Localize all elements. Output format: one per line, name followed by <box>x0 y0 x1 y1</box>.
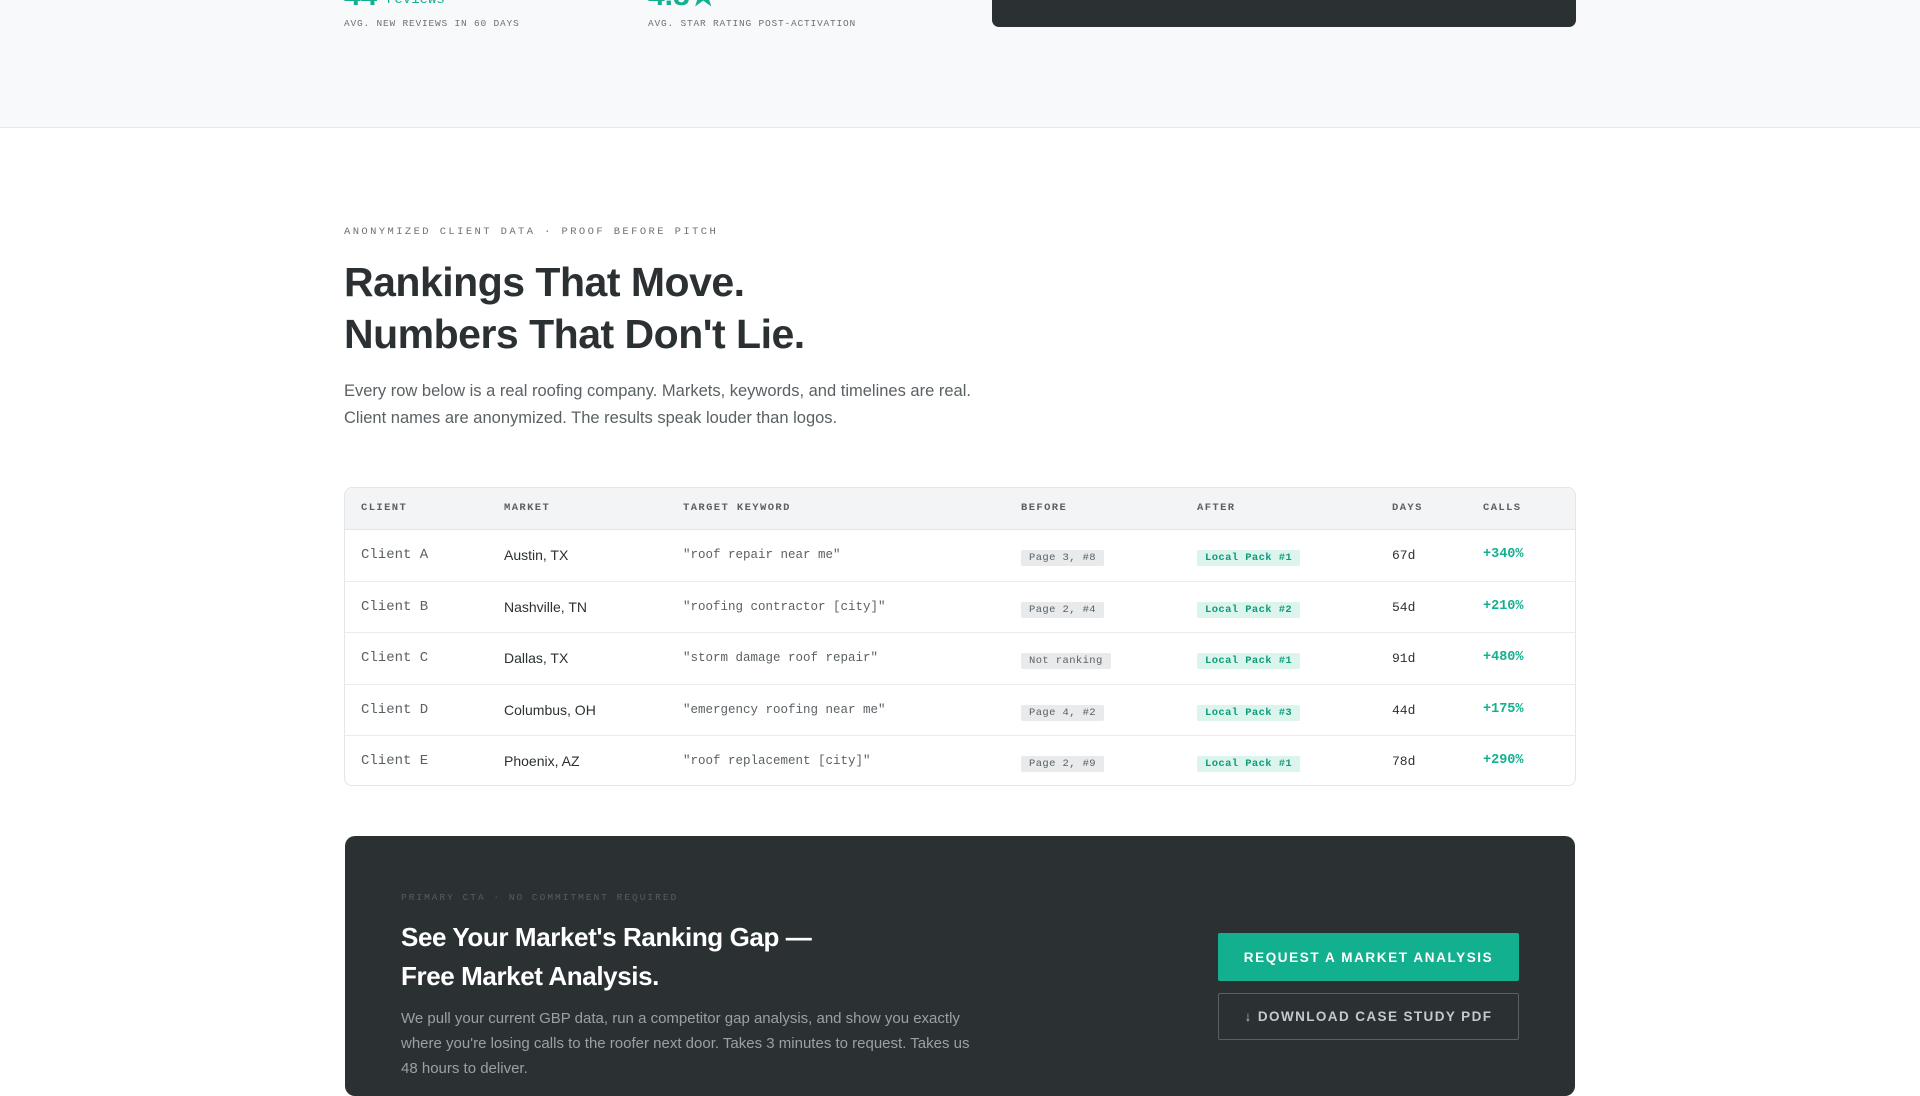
cell-before: Page 3, #8 <box>1021 547 1105 566</box>
cell-market: Phoenix, AZ <box>504 753 580 769</box>
cell-market: Austin, TX <box>504 547 569 563</box>
table-row: Client A Austin, TX "roof repair near me… <box>345 530 1575 582</box>
column-header-calls: CALLS <box>1483 502 1522 514</box>
cell-client: Client E <box>361 753 429 769</box>
cell-client: Client A <box>361 547 429 563</box>
cell-client: Client C <box>361 650 429 666</box>
cell-days: 44d <box>1392 702 1416 718</box>
cta-title: See Your Market's Ranking Gap — Free Mar… <box>401 918 812 996</box>
cell-keyword: "roof repair near me" <box>683 548 841 562</box>
cell-keyword: "emergency roofing near me" <box>683 702 886 717</box>
stat-value: 44 <box>344 0 377 8</box>
description-line: Client names are anonymized. The results… <box>344 409 838 427</box>
column-header-after: AFTER <box>1197 502 1236 514</box>
cell-after: Local Pack #3 <box>1197 702 1301 721</box>
cta-title-line: Free Market Analysis. <box>401 961 659 991</box>
cta-description-line: 48 hours to deliver. <box>401 1060 528 1077</box>
cell-days: 67d <box>1392 548 1416 563</box>
cta-description: We pull your current GBP data, run a com… <box>401 1006 1001 1081</box>
before-rank-badge: Page 3, #8 <box>1021 550 1105 566</box>
cell-keyword: "roofing contractor [city]" <box>683 599 886 614</box>
before-rank-badge: Page 2, #4 <box>1021 601 1105 618</box>
cta-description-line: where you're losing calls to the roofer … <box>401 1035 970 1052</box>
section-title-line: Rankings That Move. <box>344 259 745 305</box>
stats-strip: 44 reviews AVG. NEW REVIEWS IN 60 DAYS 4… <box>0 0 1920 128</box>
cell-calls: +175% <box>1483 701 1524 717</box>
cell-client: Client D <box>361 701 429 718</box>
stat-label: AVG. STAR RATING POST-ACTIVATION <box>648 18 857 29</box>
cell-days: 91d <box>1392 651 1416 666</box>
request-market-analysis-button[interactable]: REQUEST A MARKET ANALYSIS <box>1218 933 1519 981</box>
stat-unit: reviews <box>386 0 445 8</box>
after-rank-badge: Local Pack #1 <box>1197 756 1301 772</box>
cell-keyword: "roof replacement [city]" <box>683 754 871 768</box>
description-line: Every row below is a real roofing compan… <box>344 382 971 400</box>
cell-after: Local Pack #2 <box>1197 599 1301 618</box>
dark-panel-bottom-edge <box>992 0 1576 27</box>
after-rank-badge: Local Pack #1 <box>1197 550 1301 566</box>
cell-calls: +290% <box>1483 753 1524 768</box>
after-rank-badge: Local Pack #3 <box>1197 704 1301 721</box>
table-row: Client C Dallas, TX "storm damage roof r… <box>345 633 1575 685</box>
table-row: Client B Nashville, TN "roofing contract… <box>345 582 1575 633</box>
cell-calls: +480% <box>1483 650 1524 665</box>
section-title-line: Numbers That Don't Lie. <box>344 311 805 357</box>
table-row: Client D Columbus, OH "emergency roofing… <box>345 685 1575 736</box>
download-case-study-button[interactable]: ↓ DOWNLOAD CASE STUDY PDF <box>1218 993 1519 1040</box>
stat-value: 4.8★ <box>648 0 717 8</box>
section-description: Every row below is a real roofing compan… <box>344 378 1044 432</box>
column-header-market: MARKET <box>504 502 551 514</box>
column-header-keyword: TARGET KEYWORD <box>683 502 791 514</box>
cell-days: 54d <box>1392 599 1416 615</box>
cta-description-line: We pull your current GBP data, run a com… <box>401 1010 960 1027</box>
cell-before: Page 4, #2 <box>1021 702 1105 721</box>
section-eyebrow: ANONYMIZED CLIENT DATA · PROOF BEFORE PI… <box>344 226 719 238</box>
cell-days: 78d <box>1392 754 1416 769</box>
cell-calls: +340% <box>1483 547 1524 562</box>
cell-calls: +210% <box>1483 598 1524 614</box>
cell-market: Nashville, TN <box>504 598 587 615</box>
cell-before: Page 2, #4 <box>1021 599 1105 618</box>
cell-after: Local Pack #1 <box>1197 650 1301 669</box>
column-header-client: CLIENT <box>361 502 408 514</box>
column-header-days: DAYS <box>1392 502 1423 514</box>
cell-after: Local Pack #1 <box>1197 753 1301 772</box>
before-rank-badge: Page 4, #2 <box>1021 704 1105 721</box>
before-rank-badge: Page 2, #9 <box>1021 756 1105 772</box>
after-rank-badge: Local Pack #1 <box>1197 653 1301 669</box>
cell-before: Not ranking <box>1021 650 1111 669</box>
cell-market: Dallas, TX <box>504 650 569 666</box>
cell-client: Client B <box>361 598 429 615</box>
cell-market: Columbus, OH <box>504 701 596 718</box>
cell-before: Page 2, #9 <box>1021 753 1105 772</box>
cta-panel: PRIMARY CTA · NO COMMITMENT REQUIRED See… <box>345 836 1575 1096</box>
before-rank-badge: Not ranking <box>1021 653 1111 669</box>
cta-title-line: See Your Market's Ranking Gap — <box>401 922 812 952</box>
table-header: CLIENT MARKET TARGET KEYWORD BEFORE AFTE… <box>345 488 1575 530</box>
section-title: Rankings That Move. Numbers That Don't L… <box>344 256 805 360</box>
cta-eyebrow: PRIMARY CTA · NO COMMITMENT REQUIRED <box>401 892 679 903</box>
cell-keyword: "storm damage roof repair" <box>683 651 879 665</box>
table-row: Client E Phoenix, AZ "roof replacement [… <box>345 736 1575 785</box>
column-header-before: BEFORE <box>1021 502 1068 514</box>
results-table: CLIENT MARKET TARGET KEYWORD BEFORE AFTE… <box>344 487 1576 786</box>
cell-after: Local Pack #1 <box>1197 547 1301 566</box>
after-rank-badge: Local Pack #2 <box>1197 601 1301 618</box>
stat-label: AVG. NEW REVIEWS IN 60 DAYS <box>344 18 520 29</box>
